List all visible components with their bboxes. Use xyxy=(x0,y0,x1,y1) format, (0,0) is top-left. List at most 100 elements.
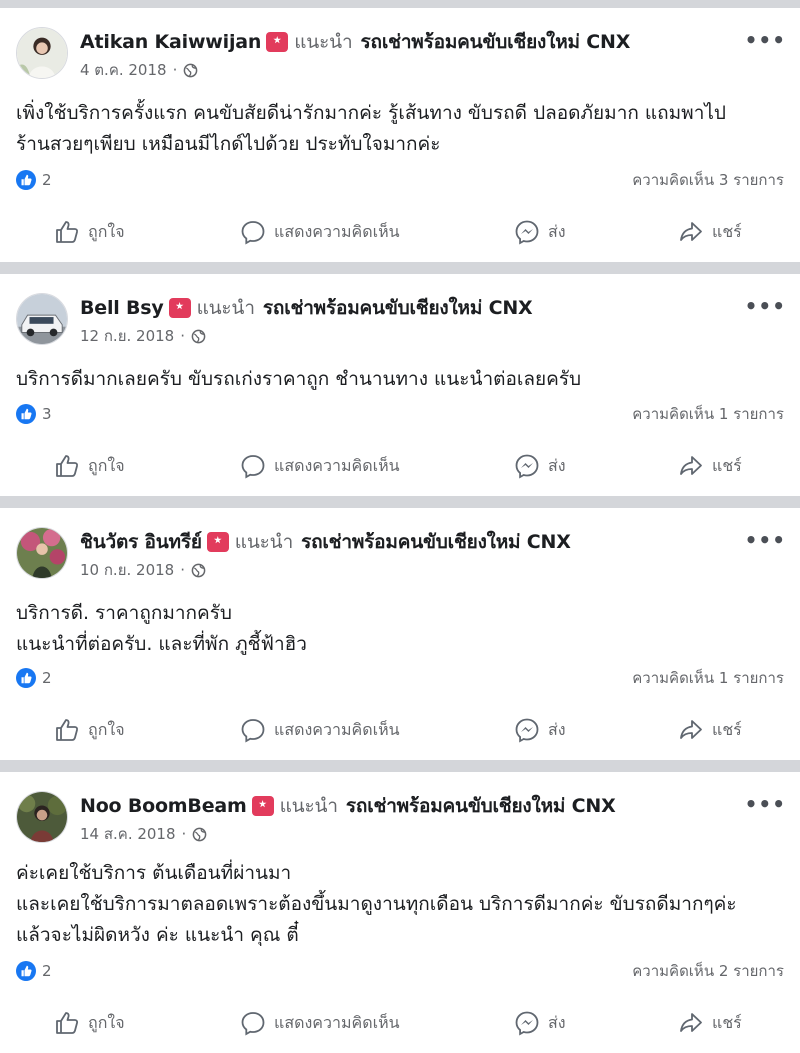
share-button[interactable]: แชร์ xyxy=(678,214,742,250)
send-button[interactable]: ส่ง xyxy=(514,214,566,250)
more-options-icon[interactable]: ••• xyxy=(745,296,786,316)
comment-button[interactable]: แสดงความคิดเห็น xyxy=(240,712,400,748)
comment-button[interactable]: แสดงความคิดเห็น xyxy=(240,448,400,484)
thumb-up-icon xyxy=(56,455,79,477)
like-label: ถูกใจ xyxy=(88,455,125,475)
page-name-link[interactable]: รถเช่าพร้อมคนขับเชียงใหม่ CNX xyxy=(263,293,533,323)
like-button[interactable]: ถูกใจ xyxy=(54,214,125,250)
comment-count[interactable]: ความคิดเห็น 1 รายการ xyxy=(632,402,784,426)
share-label: แชร์ xyxy=(712,719,742,739)
review-post: Bell Bsy แนะนำ รถเช่าพร้อมคนขับเชียงใหม่… xyxy=(0,274,800,496)
recommend-badge-icon xyxy=(266,32,289,52)
feed-divider xyxy=(0,0,800,8)
reaction-summary[interactable]: 2 xyxy=(16,961,52,981)
send-button[interactable]: ส่ง xyxy=(514,712,566,748)
more-options-icon[interactable]: ••• xyxy=(745,530,786,550)
like-button[interactable]: ถูกใจ xyxy=(54,712,125,748)
share-button[interactable]: แชร์ xyxy=(678,712,742,748)
post-stats: 3 ความคิดเห็น 1 รายการ xyxy=(16,402,784,426)
post-header: Bell Bsy แนะนำ รถเช่าพร้อมคนขับเชียงใหม่… xyxy=(80,293,533,323)
post-body-line: และเคยใช้บริการมาตลอดเพราะต้องขึ้นมาดูงา… xyxy=(16,893,737,915)
share-arrow-icon xyxy=(680,720,702,739)
comment-bubble-icon xyxy=(241,719,265,743)
like-label: ถูกใจ xyxy=(88,719,125,739)
post-meta: 4 ต.ค. 2018 · xyxy=(80,59,198,81)
comment-label: แสดงความคิดเห็น xyxy=(274,719,400,739)
post-date[interactable]: 12 ก.ย. 2018 xyxy=(80,324,174,348)
post-header: Atikan Kaiwwijan แนะนำ รถเช่าพร้อมคนขับเ… xyxy=(80,27,630,57)
avatar[interactable] xyxy=(16,527,68,579)
post-date[interactable]: 4 ต.ค. 2018 xyxy=(80,58,167,82)
feed-divider xyxy=(0,760,800,772)
messenger-icon xyxy=(515,454,539,479)
avatar[interactable] xyxy=(16,791,68,843)
post-body-line: ร้านสวยๆเพียบ เหมือนมีไกด์ไปด้วย ประทับใ… xyxy=(16,133,441,155)
reaction-summary[interactable]: 2 xyxy=(16,668,52,688)
comment-count[interactable]: ความคิดเห็น 2 รายการ xyxy=(632,959,784,983)
author-name[interactable]: Bell Bsy xyxy=(80,297,164,319)
review-post: ชินวัตร อินทรีย์ แนะนำ รถเช่าพร้อมคนขับเ… xyxy=(0,508,800,760)
post-header: ชินวัตร อินทรีย์ แนะนำ รถเช่าพร้อมคนขับเ… xyxy=(80,527,571,557)
comment-label: แสดงความคิดเห็น xyxy=(274,221,400,241)
like-reaction-icon xyxy=(16,668,36,688)
more-options-icon[interactable]: ••• xyxy=(745,30,786,50)
author-name[interactable]: Atikan Kaiwwijan xyxy=(80,31,261,53)
share-button[interactable]: แชร์ xyxy=(678,1005,742,1041)
more-options-icon[interactable]: ••• xyxy=(745,794,786,814)
comment-count[interactable]: ความคิดเห็น 3 รายการ xyxy=(632,168,784,192)
review-post: Atikan Kaiwwijan แนะนำ รถเช่าพร้อมคนขับเ… xyxy=(0,8,800,262)
post-body-line: แล้วจะไม่ผิดหวัง ค่ะ แนะนำ คุณ ตี๋ xyxy=(16,924,299,946)
post-body-line: เพิ่งใช้บริการครั้งแรก คนขับสัยดีน่ารักม… xyxy=(16,102,726,124)
avatar[interactable] xyxy=(16,293,68,345)
page-name-link[interactable]: รถเช่าพร้อมคนขับเชียงใหม่ CNX xyxy=(361,27,631,57)
share-label: แชร์ xyxy=(712,455,742,475)
page-name-link[interactable]: รถเช่าพร้อมคนขับเชียงใหม่ CNX xyxy=(346,791,616,821)
post-date[interactable]: 14 ส.ค. 2018 xyxy=(80,822,176,846)
send-label: ส่ง xyxy=(548,1012,566,1032)
reaction-summary[interactable]: 2 xyxy=(16,170,52,190)
globe-icon xyxy=(191,563,206,577)
author-name[interactable]: ชินวัตร อินทรีย์ xyxy=(80,527,202,557)
like-button[interactable]: ถูกใจ xyxy=(54,448,125,484)
send-button[interactable]: ส่ง xyxy=(514,1005,566,1041)
post-meta: 12 ก.ย. 2018 · xyxy=(80,325,206,347)
thumb-up-icon xyxy=(56,719,79,741)
post-body-line: บริการดีมากเลยครับ ขับรถเก่งราคาถูก ชำนา… xyxy=(16,368,582,390)
messenger-icon xyxy=(515,1011,539,1036)
post-action-bar: ถูกใจ แสดงความคิดเห็น ส่ง แชร์ xyxy=(0,214,800,250)
share-arrow-icon xyxy=(680,222,702,241)
post-body-line: ค่ะเคยใช้บริการ ต้นเดือนที่ผ่านมา xyxy=(16,862,292,884)
like-count: 2 xyxy=(42,669,52,687)
comment-count[interactable]: ความคิดเห็น 1 รายการ xyxy=(632,666,784,690)
recommend-badge-icon xyxy=(168,298,191,318)
post-date[interactable]: 10 ก.ย. 2018 xyxy=(80,558,174,582)
review-post: Noo BoomBeam แนะนำ รถเช่าพร้อมคนขับเชียง… xyxy=(0,772,800,1053)
author-name[interactable]: Noo BoomBeam xyxy=(80,795,247,817)
recommend-verb: แนะนำ xyxy=(196,297,255,319)
like-count: 2 xyxy=(42,171,52,189)
like-count: 3 xyxy=(42,405,52,423)
post-meta: 10 ก.ย. 2018 · xyxy=(80,559,206,581)
like-reaction-icon xyxy=(16,404,36,424)
page-name-link[interactable]: รถเช่าพร้อมคนขับเชียงใหม่ CNX xyxy=(301,527,571,557)
comment-button[interactable]: แสดงความคิดเห็น xyxy=(240,214,400,250)
like-reaction-icon xyxy=(16,961,36,981)
comment-bubble-icon xyxy=(241,221,265,245)
post-action-bar: ถูกใจ แสดงความคิดเห็น ส่ง แชร์ xyxy=(0,448,800,484)
share-button[interactable]: แชร์ xyxy=(678,448,742,484)
send-button[interactable]: ส่ง xyxy=(514,448,566,484)
post-body: บริการดี. ราคาถูกมากครับ แนะนำที่ต่อครับ… xyxy=(16,598,784,660)
thumb-up-icon xyxy=(56,1012,79,1034)
globe-icon xyxy=(191,329,206,343)
post-body: บริการดีมากเลยครับ ขับรถเก่งราคาถูก ชำนา… xyxy=(16,364,784,395)
comment-bubble-icon xyxy=(241,1012,265,1036)
like-reaction-icon xyxy=(16,170,36,190)
like-button[interactable]: ถูกใจ xyxy=(54,1005,125,1041)
comment-label: แสดงความคิดเห็น xyxy=(274,455,400,475)
reaction-summary[interactable]: 3 xyxy=(16,404,52,424)
post-meta: 14 ส.ค. 2018 · xyxy=(80,823,207,845)
post-stats: 2 ความคิดเห็น 2 รายการ xyxy=(16,959,784,983)
post-header: Noo BoomBeam แนะนำ รถเช่าพร้อมคนขับเชียง… xyxy=(80,791,616,821)
comment-button[interactable]: แสดงความคิดเห็น xyxy=(240,1005,400,1041)
avatar[interactable] xyxy=(16,27,68,79)
